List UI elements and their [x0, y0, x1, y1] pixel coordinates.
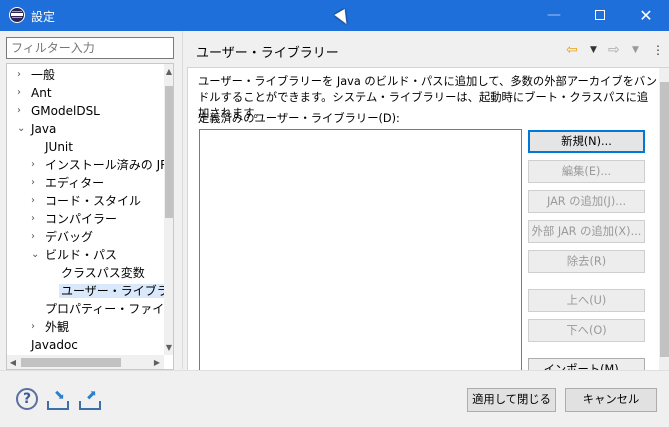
chevron-right-icon[interactable]: › [31, 192, 41, 210]
tree-item-compiler[interactable]: › コンパイラー [31, 210, 117, 228]
tree-item-gmodeldsl[interactable]: › GModelDSL [17, 102, 100, 120]
move-down-button[interactable]: 下へ(O) [528, 319, 645, 342]
help-icon[interactable]: ? [16, 388, 38, 410]
tree-item-installed-jre[interactable]: › インストール済みの JRE [31, 156, 173, 174]
tree-item-build-path[interactable]: ⌄ ビルド・パス [31, 246, 117, 264]
view-menu-icon[interactable]: ⋮ [652, 40, 664, 60]
chevron-down-icon[interactable]: ⌄ [31, 246, 41, 264]
tree-item-ant[interactable]: › Ant [17, 84, 52, 102]
chevron-right-icon[interactable]: › [31, 228, 41, 246]
tray-icon [47, 401, 69, 410]
remove-button[interactable]: 除去(R) [528, 250, 645, 273]
chevron-right-icon[interactable]: › [31, 156, 41, 174]
tree-item-classpath-variables[interactable]: クラスパス変数 [61, 264, 145, 282]
tree-item-general[interactable]: › 一般 [17, 66, 55, 84]
user-library-list[interactable] [199, 129, 522, 370]
edit-button[interactable]: 編集(E)... [528, 160, 645, 183]
chevron-down-icon[interactable]: ⌄ [17, 120, 27, 138]
scrollbar-thumb[interactable] [21, 358, 121, 367]
close-button[interactable]: ✕ [623, 0, 669, 31]
tree-item-code-style[interactable]: › コード・スタイル [31, 192, 141, 210]
new-button[interactable]: 新規(N)... [528, 130, 645, 153]
chevron-right-icon[interactable]: › [17, 102, 27, 120]
chevron-right-icon[interactable]: › [17, 66, 27, 84]
tree-item-appearance[interactable]: › 外観 [31, 318, 69, 336]
page-title: ユーザー・ライブラリー [196, 46, 339, 61]
tree-item-javadoc[interactable]: Javadoc [31, 336, 78, 354]
tray-icon [79, 401, 101, 410]
export-preferences-icon[interactable]: ⬈ [79, 388, 101, 410]
chevron-right-icon[interactable]: › [31, 210, 41, 228]
scroll-left-icon[interactable]: ◀ [7, 355, 19, 369]
window-title: 設定 [31, 10, 56, 24]
cancel-button[interactable]: キャンセル [565, 388, 657, 412]
add-external-jar-button[interactable]: 外部 JAR の追加(X)... [528, 220, 645, 243]
filter-input[interactable] [6, 37, 174, 59]
move-up-button[interactable]: 上へ(U) [528, 289, 645, 312]
scroll-right-icon[interactable]: ▶ [151, 355, 163, 369]
back-arrow-icon[interactable]: ⇦ [566, 40, 578, 60]
pane-sash[interactable] [182, 31, 183, 369]
tree-item-debug[interactable]: › デバッグ [31, 228, 93, 246]
tree-horizontal-scrollbar[interactable]: ◀ ▶ [7, 355, 164, 369]
library-list-label: 定義済みのユーザー・ライブラリー(D): [198, 112, 400, 125]
tree-item-junit[interactable]: JUnit [45, 138, 73, 156]
add-jar-button[interactable]: JAR の追加(J)... [528, 190, 645, 213]
preference-tree[interactable]: › 一般 › Ant › GModelDSL ⌄ Java JUnit › インストール済… [6, 63, 174, 370]
eclipse-icon [9, 7, 25, 23]
forward-dropdown-icon[interactable]: ▼ [632, 40, 639, 60]
maximize-icon [595, 10, 605, 20]
footer-divider [0, 370, 669, 371]
tree-item-editor[interactable]: › エディター [31, 174, 104, 192]
tree-item-user-libraries[interactable]: ユーザー・ライブラリー [59, 282, 173, 300]
scrollbar-thumb[interactable] [660, 82, 669, 357]
tree-vertical-scrollbar[interactable]: ▲ ▼ [164, 64, 173, 355]
import-preferences-icon[interactable]: ⬊ [47, 388, 69, 410]
tree-item-properties-file-editor[interactable]: プロパティー・ファイル・エディ [45, 300, 173, 318]
chevron-right-icon[interactable]: › [31, 318, 41, 336]
chevron-right-icon[interactable]: › [17, 84, 27, 102]
scroll-up-icon[interactable]: ▲ [164, 66, 173, 78]
chevron-right-icon[interactable]: › [31, 174, 41, 192]
scrollbar-thumb[interactable] [165, 86, 173, 218]
page-content: ユーザー・ライブラリーを Java のビルド・パスに追加して、多数の外部アーカイ… [187, 67, 669, 370]
apply-and-close-button[interactable]: 適用して閉じる [467, 388, 556, 412]
maximize-button[interactable] [577, 0, 623, 31]
import-button[interactable]: インポート(M)... [528, 358, 645, 370]
scroll-down-icon[interactable]: ▼ [164, 342, 173, 354]
tree-item-java[interactable]: ⌄ Java [17, 120, 56, 138]
forward-arrow-icon[interactable]: ⇨ [608, 40, 620, 60]
history-navigation: ⇦ ▼ ⇨ ▼ ⋮ [566, 40, 664, 60]
minimize-button[interactable]: — [531, 0, 577, 31]
back-dropdown-icon[interactable]: ▼ [590, 40, 597, 60]
content-vertical-scrollbar[interactable] [659, 68, 669, 370]
